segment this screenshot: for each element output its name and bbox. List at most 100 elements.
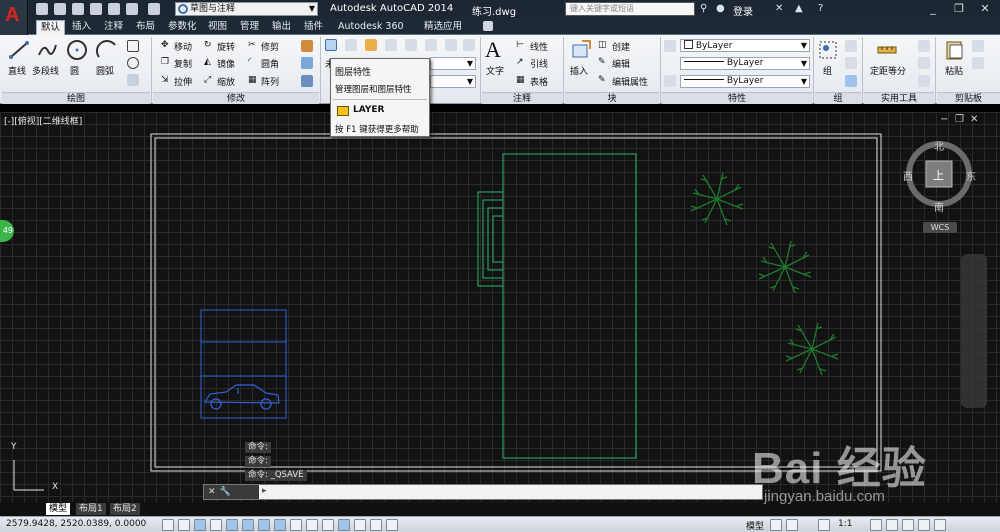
layer-state-icon[interactable] [345, 39, 357, 51]
group-icon[interactable] [817, 39, 839, 61]
tab-layout2[interactable]: 布局2 [110, 503, 140, 515]
tab-default[interactable]: 默认 [36, 20, 66, 35]
mirror-tool[interactable]: 镜像 [217, 57, 235, 70]
ungroup-icon[interactable] [845, 40, 857, 52]
layer-isolate-icon[interactable] [365, 39, 377, 51]
leader-tool[interactable]: 引线 [530, 57, 548, 70]
insert-block-label[interactable]: 插入 [570, 64, 588, 77]
close-button[interactable]: ✕ [972, 0, 998, 18]
insert-block-icon[interactable] [570, 39, 592, 61]
explode-icon[interactable] [301, 57, 313, 69]
tab-output[interactable]: 输出 [268, 20, 295, 35]
text-icon[interactable]: A [485, 37, 501, 63]
match-properties-icon[interactable] [664, 40, 676, 52]
snap-mode-icon[interactable] [178, 519, 190, 531]
erase-icon[interactable] [301, 40, 313, 52]
object-snap-tracking-icon[interactable] [274, 519, 286, 531]
line-tool-label[interactable]: 直线 [8, 64, 26, 77]
workspace-switch-icon[interactable] [870, 519, 882, 531]
navigation-bar[interactable] [961, 254, 987, 408]
layer-off-icon[interactable] [405, 39, 417, 51]
redo-icon[interactable] [148, 3, 160, 15]
tab-plugins[interactable]: 插件 [300, 20, 327, 35]
tab-featured-apps[interactable]: 精选应用 [420, 20, 466, 35]
search-icon[interactable]: ⚲ [700, 3, 707, 14]
trim-tool[interactable]: 修剪 [261, 40, 279, 53]
tab-model[interactable]: 模型 [46, 503, 71, 515]
draw-panel-label[interactable]: 绘图 [2, 92, 150, 104]
clean-screen-icon[interactable] [934, 519, 946, 531]
application-menu-button[interactable]: A [0, 0, 28, 36]
line-icon[interactable] [8, 39, 30, 61]
viewcube-south[interactable]: 南 [934, 199, 944, 214]
viewcube-east[interactable]: 东 [966, 168, 976, 183]
paste-tool-label[interactable]: 粘贴 [945, 64, 963, 77]
tab-parametric[interactable]: 参数化 [164, 20, 201, 35]
utilities-panel-label[interactable]: 实用工具 [864, 92, 934, 104]
group-edit-icon[interactable] [845, 57, 857, 69]
quick-view-drawings-icon[interactable] [786, 519, 798, 531]
modify-panel-label[interactable]: 修改 [153, 92, 319, 104]
polar-tracking-icon[interactable] [226, 519, 238, 531]
minimize-button[interactable]: _ [920, 0, 946, 18]
layer-freeze-icon[interactable] [385, 39, 397, 51]
rectangle-icon[interactable] [127, 40, 139, 52]
tab-layout1[interactable]: 布局1 [76, 503, 106, 515]
layer-state-dropdown[interactable]: ▼ [430, 75, 476, 88]
block-panel-label[interactable]: 块 [565, 92, 659, 104]
exchange-icon[interactable]: ✕ [775, 3, 783, 14]
viewport-restore-icon[interactable]: ❐ [955, 114, 964, 125]
layer-previous-icon[interactable] [463, 39, 475, 51]
move-tool[interactable]: 移动 [174, 40, 192, 53]
paste-icon[interactable] [943, 39, 965, 61]
group-panel-label[interactable]: 组 [815, 92, 861, 104]
isolate-objects-icon[interactable] [918, 519, 930, 531]
layer-dropdown[interactable]: ▼ [430, 57, 476, 70]
select-all-icon[interactable] [918, 75, 930, 87]
properties-panel-label[interactable]: 特性 [662, 92, 812, 104]
color-dropdown[interactable]: ByLayer ▼ [680, 39, 810, 52]
annotation-panel-label[interactable]: 注释 [482, 92, 562, 104]
ribbon-toggle-icon[interactable] [483, 21, 493, 31]
command-line-tools[interactable]: ✕🔧 [204, 485, 259, 499]
quick-calc-icon[interactable] [918, 40, 930, 52]
layer-lock-icon[interactable] [425, 39, 437, 51]
tab-autodesk-360[interactable]: Autodesk 360 [334, 20, 408, 35]
circle-icon[interactable] [66, 39, 88, 61]
fillet-tool[interactable]: 圆角 [261, 57, 279, 70]
3d-object-snap-icon[interactable] [258, 519, 270, 531]
lineweight-icon[interactable] [322, 519, 334, 531]
viewport-minimize-icon[interactable]: − [940, 114, 948, 125]
measure-icon[interactable] [876, 39, 898, 61]
text-tool-label[interactable]: 文字 [486, 64, 504, 77]
edit-block-tool[interactable]: 编辑 [612, 57, 630, 70]
stay-connected-icon[interactable]: ▲ [795, 3, 803, 14]
copy-clip-icon[interactable] [972, 57, 984, 69]
grid-display-icon[interactable] [194, 519, 206, 531]
selection-cycling-icon[interactable] [370, 519, 382, 531]
transparency-icon[interactable] [338, 519, 350, 531]
login-link[interactable]: 登录 [733, 3, 753, 18]
annotation-monitor-icon[interactable] [386, 519, 398, 531]
edit-attribute-tool[interactable]: 编辑属性 [612, 75, 648, 88]
offset-icon[interactable] [301, 75, 313, 87]
infer-constraints-icon[interactable] [162, 519, 174, 531]
plot-icon[interactable] [108, 3, 120, 15]
wcs-menu[interactable]: WCS [923, 222, 957, 233]
help-icon[interactable]: ? [818, 3, 823, 14]
open-file-icon[interactable] [54, 3, 66, 15]
tab-annotate[interactable]: 注释 [100, 20, 127, 35]
cut-icon[interactable] [972, 40, 984, 52]
group-tool-label[interactable]: 组 [823, 64, 832, 77]
id-point-icon[interactable] [918, 57, 930, 69]
hatch-icon[interactable] [127, 74, 139, 86]
measure-tool-label[interactable]: 定距等分 [870, 64, 906, 77]
object-snap-icon[interactable] [242, 519, 254, 531]
viewcube-north[interactable]: 北 [934, 138, 944, 153]
table-tool[interactable]: 表格 [530, 75, 548, 88]
clipboard-panel-label[interactable]: 剪贴板 [937, 92, 1000, 104]
command-line[interactable]: ✕🔧 ▸ [203, 484, 763, 500]
quick-view-layouts-icon[interactable] [770, 519, 782, 531]
arc-icon[interactable] [96, 39, 118, 61]
viewcube-top-face[interactable]: 上 [933, 167, 944, 183]
